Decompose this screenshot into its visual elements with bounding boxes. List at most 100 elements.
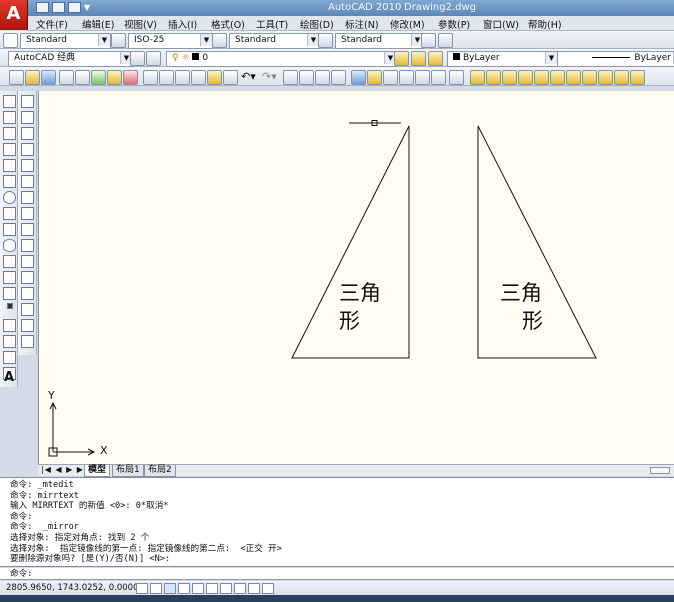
break-at-point-icon[interactable] bbox=[21, 271, 34, 284]
extend-icon[interactable] bbox=[21, 255, 34, 268]
zoom-previous-icon[interactable] bbox=[331, 70, 346, 85]
continue-dimension-icon[interactable] bbox=[630, 70, 645, 85]
dim-style-dropdown[interactable]: ISO-25 ▼ bbox=[128, 33, 213, 49]
properties-icon[interactable] bbox=[351, 70, 366, 85]
design-center-icon[interactable] bbox=[367, 70, 382, 85]
multileader-icon[interactable] bbox=[421, 33, 436, 48]
ellipse-arc-icon[interactable] bbox=[3, 255, 16, 268]
menu-format[interactable]: 格式(O) bbox=[211, 17, 245, 31]
right-triangle-text[interactable]: 三角 形 bbox=[500, 279, 543, 335]
arc-icon[interactable] bbox=[3, 175, 16, 188]
allow-ucs-icon[interactable] bbox=[220, 583, 232, 594]
menu-window[interactable]: 窗口(W) bbox=[483, 17, 519, 31]
new-icon[interactable] bbox=[36, 2, 49, 13]
trim-icon[interactable] bbox=[21, 239, 34, 252]
polygon-icon[interactable] bbox=[3, 143, 16, 156]
spline-icon[interactable] bbox=[3, 223, 16, 236]
baseline-dimension-icon[interactable] bbox=[614, 70, 629, 85]
snap-mode-icon[interactable] bbox=[136, 583, 148, 594]
redo-icon[interactable]: ↷▾ bbox=[262, 70, 277, 83]
table-style-dropdown[interactable]: Standard ▼ bbox=[229, 33, 320, 49]
join-icon[interactable] bbox=[21, 303, 34, 316]
break-icon[interactable] bbox=[21, 287, 34, 300]
tab-layout2[interactable]: 布局2 bbox=[144, 465, 176, 477]
arc-dimension-icon[interactable] bbox=[502, 70, 517, 85]
text-style-icon[interactable] bbox=[3, 33, 18, 48]
layer-properties-icon[interactable] bbox=[146, 51, 161, 66]
mleader-style-dropdown[interactable]: Standard ▼ bbox=[335, 33, 424, 49]
block-editor-icon[interactable] bbox=[223, 70, 238, 85]
ellipse-icon[interactable] bbox=[3, 239, 16, 252]
erase-icon[interactable] bbox=[21, 95, 34, 108]
dim-style-icon[interactable] bbox=[111, 33, 126, 48]
qnew-icon[interactable] bbox=[9, 70, 24, 85]
point-icon[interactable] bbox=[7, 303, 13, 309]
polar-tracking-icon[interactable] bbox=[178, 583, 190, 594]
save-icon[interactable] bbox=[41, 70, 56, 85]
dynamic-input-icon[interactable] bbox=[234, 583, 246, 594]
open-icon[interactable] bbox=[52, 2, 65, 13]
paste-icon[interactable] bbox=[175, 70, 190, 85]
jogged-dimension-icon[interactable] bbox=[550, 70, 565, 85]
line-icon[interactable] bbox=[3, 95, 16, 108]
menu-edit[interactable]: 编辑(E) bbox=[82, 17, 114, 31]
menu-insert[interactable]: 插入(I) bbox=[168, 17, 197, 31]
menu-parametric[interactable]: 参数(P) bbox=[438, 17, 470, 31]
horizontal-scrollbar-thumb[interactable] bbox=[650, 467, 670, 474]
make-current-layer-icon[interactable] bbox=[394, 51, 409, 66]
lineweight-icon[interactable] bbox=[248, 583, 260, 594]
drawing-canvas[interactable]: 三角 形 三角 形 Y X bbox=[38, 91, 674, 464]
menu-tools[interactable]: 工具(T) bbox=[256, 17, 288, 31]
workspace-settings-icon[interactable] bbox=[130, 51, 145, 66]
chevron-down-icon[interactable]: ▼ bbox=[84, 3, 90, 12]
quick-properties-icon[interactable] bbox=[262, 583, 274, 594]
tab-model[interactable]: 模型 bbox=[84, 465, 111, 477]
linetype-dropdown[interactable]: ByLayer▼ bbox=[557, 51, 674, 67]
fillet-icon[interactable] bbox=[21, 335, 34, 348]
gradient-icon[interactable] bbox=[3, 335, 16, 348]
grid-display-icon[interactable] bbox=[150, 583, 162, 594]
quick-dimension-icon[interactable] bbox=[598, 70, 613, 85]
object-snap-icon[interactable] bbox=[192, 583, 204, 594]
tab-layout1[interactable]: 布局1 bbox=[112, 465, 144, 477]
menu-dimension[interactable]: 标注(N) bbox=[345, 17, 379, 31]
table-style-icon[interactable] bbox=[212, 33, 227, 48]
match-properties-icon[interactable] bbox=[207, 70, 222, 85]
copy-base-icon[interactable] bbox=[191, 70, 206, 85]
circle-icon[interactable] bbox=[3, 191, 16, 204]
quickcalc-icon[interactable] bbox=[431, 70, 446, 85]
angular-dimension-icon[interactable] bbox=[582, 70, 597, 85]
object-snap-tracking-icon[interactable] bbox=[206, 583, 218, 594]
etransmit-icon[interactable] bbox=[123, 70, 138, 85]
plot-preview-icon[interactable] bbox=[75, 70, 90, 85]
mirror-icon[interactable] bbox=[21, 127, 34, 140]
insert-block-icon[interactable] bbox=[3, 271, 16, 284]
hatch-icon[interactable] bbox=[3, 319, 16, 332]
left-triangle-text[interactable]: 三角 形 bbox=[339, 279, 381, 335]
copy-icon[interactable] bbox=[159, 70, 174, 85]
markup-icon[interactable] bbox=[415, 70, 430, 85]
multiline-text-icon[interactable]: A bbox=[4, 370, 14, 385]
make-block-icon[interactable] bbox=[3, 287, 16, 300]
layer-dropdown[interactable]: ♀ ☼ 0 ▼ bbox=[166, 51, 397, 67]
workspace-dropdown[interactable]: AutoCAD 经典 ▼ bbox=[8, 51, 133, 67]
menu-view[interactable]: 视图(V) bbox=[124, 17, 157, 31]
menu-file[interactable]: 文件(F) bbox=[36, 17, 68, 31]
offset-icon[interactable] bbox=[21, 143, 34, 156]
undo-icon[interactable]: ↶▾ bbox=[241, 70, 256, 83]
tab-navigation-arrows[interactable]: |◀ ◀ ▶ ▶| bbox=[41, 465, 88, 474]
zoom-realtime-icon[interactable] bbox=[299, 70, 314, 85]
tool-palettes-icon[interactable] bbox=[383, 70, 398, 85]
polyline-icon[interactable] bbox=[3, 127, 16, 140]
multileader-align-icon[interactable] bbox=[438, 33, 453, 48]
plot-icon[interactable] bbox=[59, 70, 74, 85]
radius-dimension-icon[interactable] bbox=[534, 70, 549, 85]
cut-icon[interactable] bbox=[143, 70, 158, 85]
chamfer-icon[interactable] bbox=[21, 319, 34, 332]
coordinate-readout[interactable]: 2805.9650, 1743.0252, 0.0000 bbox=[6, 581, 138, 595]
save-icon[interactable] bbox=[68, 2, 81, 13]
copy-object-icon[interactable] bbox=[21, 111, 34, 124]
revision-cloud-icon[interactable] bbox=[3, 207, 16, 220]
array-icon[interactable] bbox=[21, 159, 34, 172]
3d-dwf-icon[interactable] bbox=[107, 70, 122, 85]
